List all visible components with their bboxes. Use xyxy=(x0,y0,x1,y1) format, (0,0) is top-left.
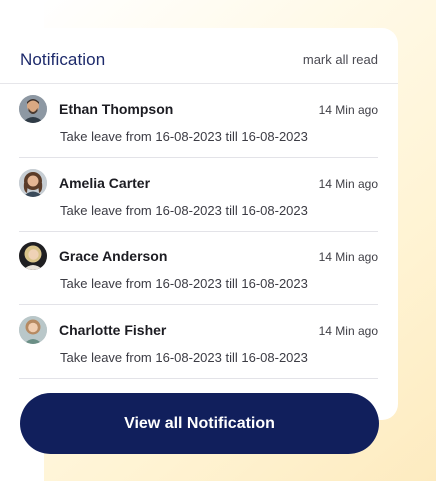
view-all-notification-button[interactable]: View all Notification xyxy=(20,393,379,454)
avatar-icon xyxy=(19,95,47,123)
timestamp: 14 Min ago xyxy=(318,177,378,191)
notification-header: Notification mark all read xyxy=(0,28,398,84)
notification-item[interactable]: Grace Anderson 14 Min ago Take leave fro… xyxy=(19,231,378,305)
notification-message: Take leave from 16-08-2023 till 16-08-20… xyxy=(60,203,308,218)
timestamp: 14 Min ago xyxy=(318,103,378,117)
avatar-icon xyxy=(19,242,47,270)
notification-panel-stage: Notification mark all read Ethan Thompso… xyxy=(0,0,436,481)
sender-name: Ethan Thompson xyxy=(59,101,174,117)
panel-title: Notification xyxy=(20,50,106,69)
avatar-icon xyxy=(19,169,47,197)
notification-item[interactable]: Charlotte Fisher 14 Min ago Take leave f… xyxy=(19,305,378,379)
mark-all-read-link[interactable]: mark all read xyxy=(303,52,378,67)
notification-message: Take leave from 16-08-2023 till 16-08-20… xyxy=(60,129,308,144)
avatar-icon xyxy=(19,316,47,344)
sender-name: Amelia Carter xyxy=(59,175,151,191)
notification-message: Take leave from 16-08-2023 till 16-08-20… xyxy=(60,350,308,365)
timestamp: 14 Min ago xyxy=(318,324,378,338)
notification-message: Take leave from 16-08-2023 till 16-08-20… xyxy=(60,276,308,291)
notification-item[interactable]: Ethan Thompson 14 Min ago Take leave fro… xyxy=(19,84,378,158)
sender-name: Charlotte Fisher xyxy=(59,322,167,338)
notification-item[interactable]: Amelia Carter 14 Min ago Take leave from… xyxy=(19,158,378,232)
sender-name: Grace Anderson xyxy=(59,248,168,264)
timestamp: 14 Min ago xyxy=(318,250,378,264)
